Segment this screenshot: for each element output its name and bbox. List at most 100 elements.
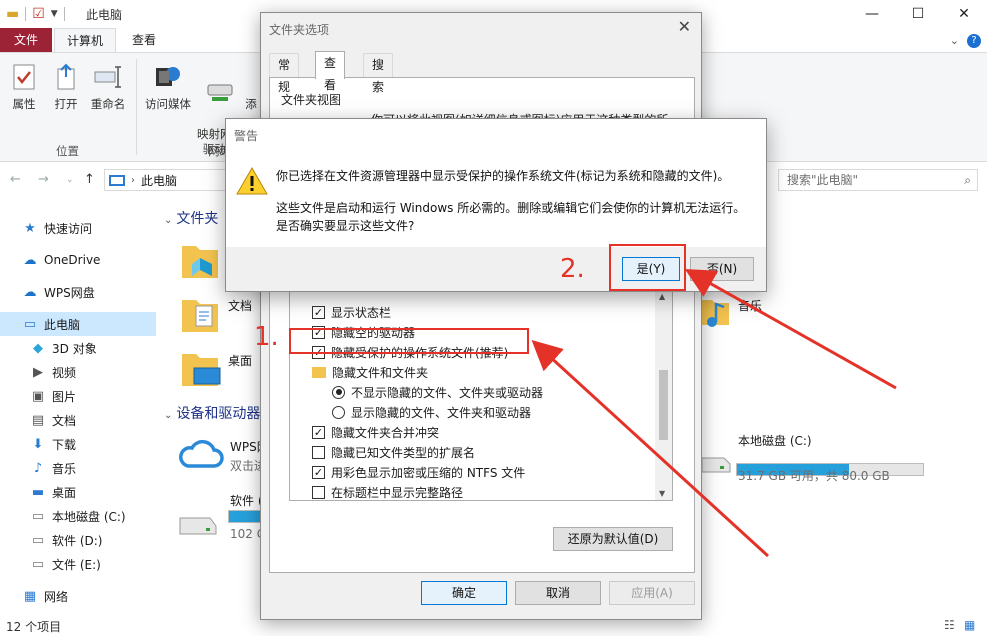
nav-item[interactable]: ♪ 音乐 bbox=[0, 456, 156, 480]
close-window-button[interactable]: ✕ bbox=[941, 0, 987, 28]
tab-search[interactable]: 搜索 bbox=[363, 53, 394, 94]
nav-item[interactable]: ▤ 文档 bbox=[0, 408, 156, 432]
recent-dropdown-icon[interactable]: ⌄ bbox=[66, 175, 74, 185]
setting-row[interactable]: 显示隐藏的文件、文件夹和驱动器 bbox=[332, 402, 531, 422]
no-button[interactable]: 否(N) bbox=[690, 257, 754, 281]
forward-icon[interactable]: → bbox=[38, 172, 49, 187]
nav-item[interactable]: ▭ 文件 (E:) bbox=[0, 552, 156, 576]
nav-item[interactable]: ★ 快速访问 bbox=[0, 216, 156, 240]
radio-button[interactable] bbox=[332, 385, 345, 399]
checkbox[interactable] bbox=[312, 445, 325, 459]
devices-section-header[interactable]: ⌄ 设备和驱动器 bbox=[164, 403, 260, 423]
nav-item-label: 此电脑 bbox=[44, 317, 81, 332]
checkbox[interactable] bbox=[312, 485, 325, 499]
drive-icon: ▭ bbox=[31, 556, 45, 572]
drive-icon[interactable] bbox=[176, 508, 220, 538]
setting-row[interactable]: 隐藏文件和文件夹 bbox=[312, 362, 428, 382]
media-icon bbox=[153, 61, 183, 93]
folder-music-icon[interactable] bbox=[702, 292, 732, 332]
folders-section-header[interactable]: ⌄ 文件夹 bbox=[164, 208, 218, 228]
setting-row[interactable]: ✓ 隐藏文件夹合并冲突 bbox=[312, 422, 439, 442]
properties-button[interactable]: 属性 bbox=[2, 61, 46, 112]
nav-item[interactable]: ▦ 网络 bbox=[0, 584, 156, 608]
search-input[interactable]: 搜索"此电脑" ⌕ bbox=[778, 169, 978, 191]
qat-dropdown-icon[interactable]: ▼ bbox=[51, 9, 58, 19]
ok-button[interactable]: 确定 bbox=[421, 581, 507, 605]
open-button[interactable]: 打开 bbox=[44, 61, 88, 112]
divider bbox=[136, 59, 137, 155]
nav-item-label: WPS网盘 bbox=[44, 285, 95, 300]
scroll-up-icon[interactable]: ▲ bbox=[659, 292, 665, 301]
radio-dot bbox=[335, 389, 342, 395]
drive-c-icon[interactable] bbox=[700, 446, 732, 476]
restore-defaults-button[interactable]: 还原为默认值(D) bbox=[553, 527, 673, 551]
drive-d-usage-bar bbox=[228, 510, 262, 523]
nav-item[interactable]: ▭ 本地磁盘 (C:) bbox=[0, 504, 156, 528]
up-icon[interactable]: ↑ bbox=[84, 172, 95, 187]
setting-row[interactable]: 在标题栏中显示完整路径 bbox=[312, 482, 463, 500]
add-network-button[interactable]: 添 bbox=[244, 61, 258, 112]
tab-view[interactable]: 查看 bbox=[120, 28, 168, 52]
warning-line-1: 你已选择在文件资源管理器中显示受保护的操作系统文件(标记为系统和隐藏的文件)。 bbox=[276, 169, 730, 183]
media-access-button[interactable]: 访问媒体 bbox=[140, 61, 196, 112]
radio-button[interactable] bbox=[332, 405, 345, 419]
setting-row[interactable]: ✓ 显示状态栏 bbox=[312, 302, 391, 322]
nav-item-label: 软件 (D:) bbox=[52, 533, 103, 548]
nav-item[interactable]: ▭ 软件 (D:) bbox=[0, 528, 156, 552]
checkbox[interactable]: ✓ bbox=[312, 465, 325, 479]
nav-item[interactable]: ▭ 此电脑 bbox=[0, 312, 156, 336]
cancel-button[interactable]: 取消 bbox=[515, 581, 601, 605]
minimize-button[interactable]: — bbox=[849, 0, 895, 28]
add-icon bbox=[244, 61, 258, 93]
checkbox[interactable]: ✓ bbox=[312, 425, 325, 439]
folder-desktop-icon[interactable] bbox=[180, 346, 224, 390]
setting-label: 显示状态栏 bbox=[331, 305, 392, 320]
address-text: 此电脑 bbox=[141, 173, 178, 188]
annotation-box-yes bbox=[609, 244, 686, 291]
folder-view-group-label: 文件夹视图 bbox=[281, 93, 342, 107]
maximize-button[interactable]: ☐ bbox=[895, 0, 941, 28]
nav-item-label: 网络 bbox=[44, 589, 69, 604]
settings-scrollbar[interactable]: ▲ ▼ bbox=[655, 290, 672, 500]
wps-cloud-icon: ☁ bbox=[23, 284, 37, 300]
nav-item[interactable]: ☁ WPS网盘 bbox=[0, 280, 156, 304]
ribbon-collapse-icon[interactable]: ⌄ bbox=[950, 34, 959, 47]
nav-item[interactable]: ⬇ 下载 bbox=[0, 432, 156, 456]
setting-row[interactable]: 隐藏已知文件类型的扩展名 bbox=[312, 442, 475, 462]
setting-label: 不显示隐藏的文件、文件夹或驱动器 bbox=[351, 385, 544, 400]
wps-cloud-icon[interactable] bbox=[176, 434, 224, 472]
scrollbar-thumb[interactable] bbox=[659, 370, 668, 440]
star-icon: ★ bbox=[24, 220, 36, 236]
folder-icon[interactable]: ▬ bbox=[6, 6, 19, 22]
checkbox[interactable]: ✓ bbox=[312, 305, 325, 319]
drive-c-info: 31.7 GB 可用，共 80.0 GB bbox=[738, 469, 890, 483]
nav-item[interactable]: ☁ OneDrive bbox=[0, 248, 156, 272]
help-icon[interactable]: ? bbox=[967, 34, 981, 48]
setting-row[interactable]: ✓ 用彩色显示加密或压缩的 NTFS 文件 bbox=[312, 462, 525, 482]
back-icon[interactable]: ← bbox=[10, 172, 21, 187]
tab-view[interactable]: 查看 bbox=[315, 51, 346, 92]
close-icon[interactable]: ✕ bbox=[678, 17, 691, 36]
rename-button[interactable]: 重命名 bbox=[86, 61, 130, 112]
setting-label: 隐藏文件夹合并冲突 bbox=[331, 425, 440, 440]
tab-file[interactable]: 文件 bbox=[0, 28, 52, 52]
setting-row[interactable]: 不显示隐藏的文件、文件夹或驱动器 bbox=[332, 382, 543, 402]
nav-item[interactable]: ▶ 视频 bbox=[0, 360, 156, 384]
tab-computer[interactable]: 计算机 bbox=[54, 28, 117, 52]
network-drive-icon bbox=[205, 76, 235, 108]
tab-general[interactable]: 常规 bbox=[269, 53, 300, 94]
annotation-step-1: 1. bbox=[254, 322, 279, 352]
folder-documents-icon[interactable] bbox=[180, 292, 220, 336]
nav-item[interactable]: ◆ 3D 对象 bbox=[0, 336, 156, 360]
details-view-icon[interactable]: ☷ bbox=[944, 618, 955, 632]
setting-label: 隐藏已知文件类型的扩展名 bbox=[331, 445, 476, 460]
tiles-view-icon[interactable]: ▦ bbox=[964, 618, 975, 632]
checkmark-properties-icon[interactable]: ☑ bbox=[32, 6, 45, 22]
warning-line-3: 是否确实要显示这些文件? bbox=[276, 219, 415, 233]
nav-item[interactable]: ▬ 桌面 bbox=[0, 480, 156, 504]
drive-d-usage-fill bbox=[229, 511, 261, 522]
scroll-down-icon[interactable]: ▼ bbox=[659, 489, 665, 498]
nav-item[interactable]: ▣ 图片 bbox=[0, 384, 156, 408]
apply-button[interactable]: 应用(A) bbox=[609, 581, 695, 605]
folder-3d-icon[interactable] bbox=[180, 238, 220, 282]
